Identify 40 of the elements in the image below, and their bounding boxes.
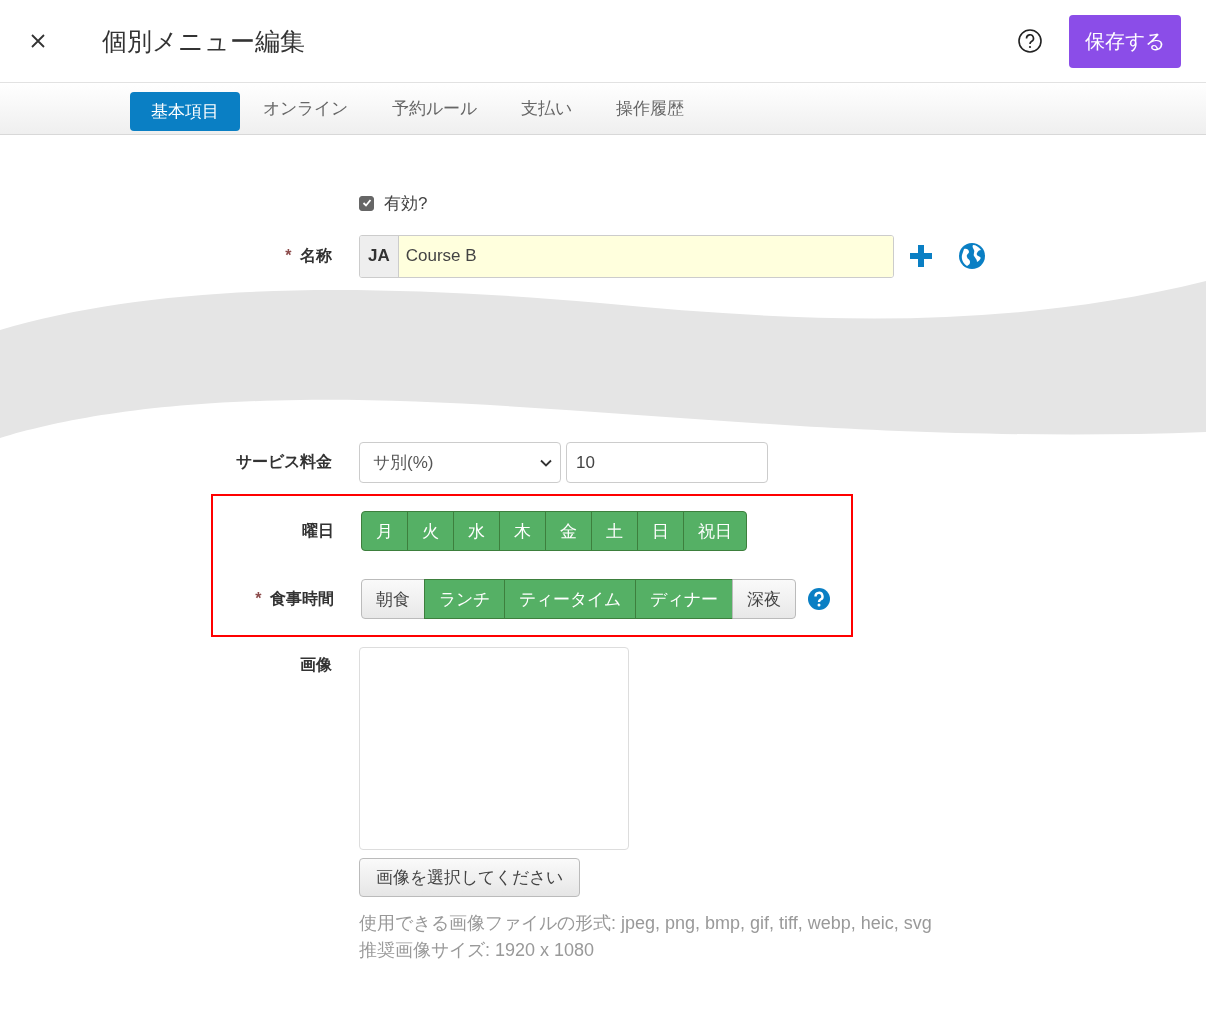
toggle-button[interactable]: 土 bbox=[591, 511, 638, 551]
toggle-button[interactable]: 月 bbox=[361, 511, 408, 551]
window-title: 個別メニュー編集 bbox=[102, 25, 306, 57]
toggle-button[interactable]: ティータイム bbox=[504, 579, 636, 619]
hint-text: 推奨画像サイズ: 1920 x 1080 bbox=[359, 939, 595, 962]
toggle-button[interactable]: 金 bbox=[545, 511, 592, 551]
field-label: 画像 bbox=[300, 656, 332, 673]
hint-text: 使用できる画像ファイルの形式: jpeg, png, bmp, gif, tiff, webp, heic, svg bbox=[359, 912, 932, 935]
toggle-button[interactable]: 日 bbox=[637, 511, 684, 551]
toggle-button[interactable]: 深夜 bbox=[732, 579, 796, 619]
required-mark: * bbox=[255, 589, 262, 607]
toggle-button[interactable]: ディナー bbox=[635, 579, 733, 619]
toggle-button[interactable]: 水 bbox=[453, 511, 500, 551]
checkbox[interactable] bbox=[359, 195, 374, 211]
tab[interactable]: 支払い bbox=[500, 89, 593, 128]
field-label: 食事時間 bbox=[270, 589, 334, 607]
toggle-button[interactable]: ランチ bbox=[424, 579, 505, 619]
check-icon bbox=[361, 198, 372, 208]
field-label: サービス料金 bbox=[236, 453, 332, 470]
field-label: 名称 bbox=[300, 246, 332, 264]
field-label: 曜日 bbox=[302, 521, 334, 539]
plus-icon[interactable] bbox=[907, 243, 934, 269]
toggle-button[interactable]: 火 bbox=[407, 511, 454, 551]
tab[interactable]: 基本項目 bbox=[130, 92, 240, 131]
tab[interactable]: 操作履歴 bbox=[595, 89, 705, 128]
toggle-button[interactable]: 木 bbox=[499, 511, 546, 551]
required-mark: * bbox=[285, 246, 292, 264]
charge-type-select[interactable]: サ別(%) bbox=[359, 442, 561, 483]
tab[interactable]: 予約ルール bbox=[371, 89, 498, 128]
toggle-button[interactable]: 朝食 bbox=[361, 579, 425, 619]
toggle-button[interactable]: 祝日 bbox=[683, 511, 747, 551]
globe-icon[interactable] bbox=[957, 242, 986, 270]
save-button[interactable]: 保存する bbox=[1069, 14, 1181, 68]
close-icon[interactable] bbox=[31, 34, 45, 48]
charge-value-field[interactable]: 10 bbox=[566, 442, 768, 483]
chevron-icon bbox=[540, 458, 552, 467]
checkbox-label: 有効? bbox=[384, 192, 428, 215]
select-image-button[interactable]: 画像を選択してください bbox=[359, 858, 580, 897]
tab[interactable]: オンライン bbox=[242, 89, 369, 128]
help-icon[interactable] bbox=[1017, 28, 1043, 54]
